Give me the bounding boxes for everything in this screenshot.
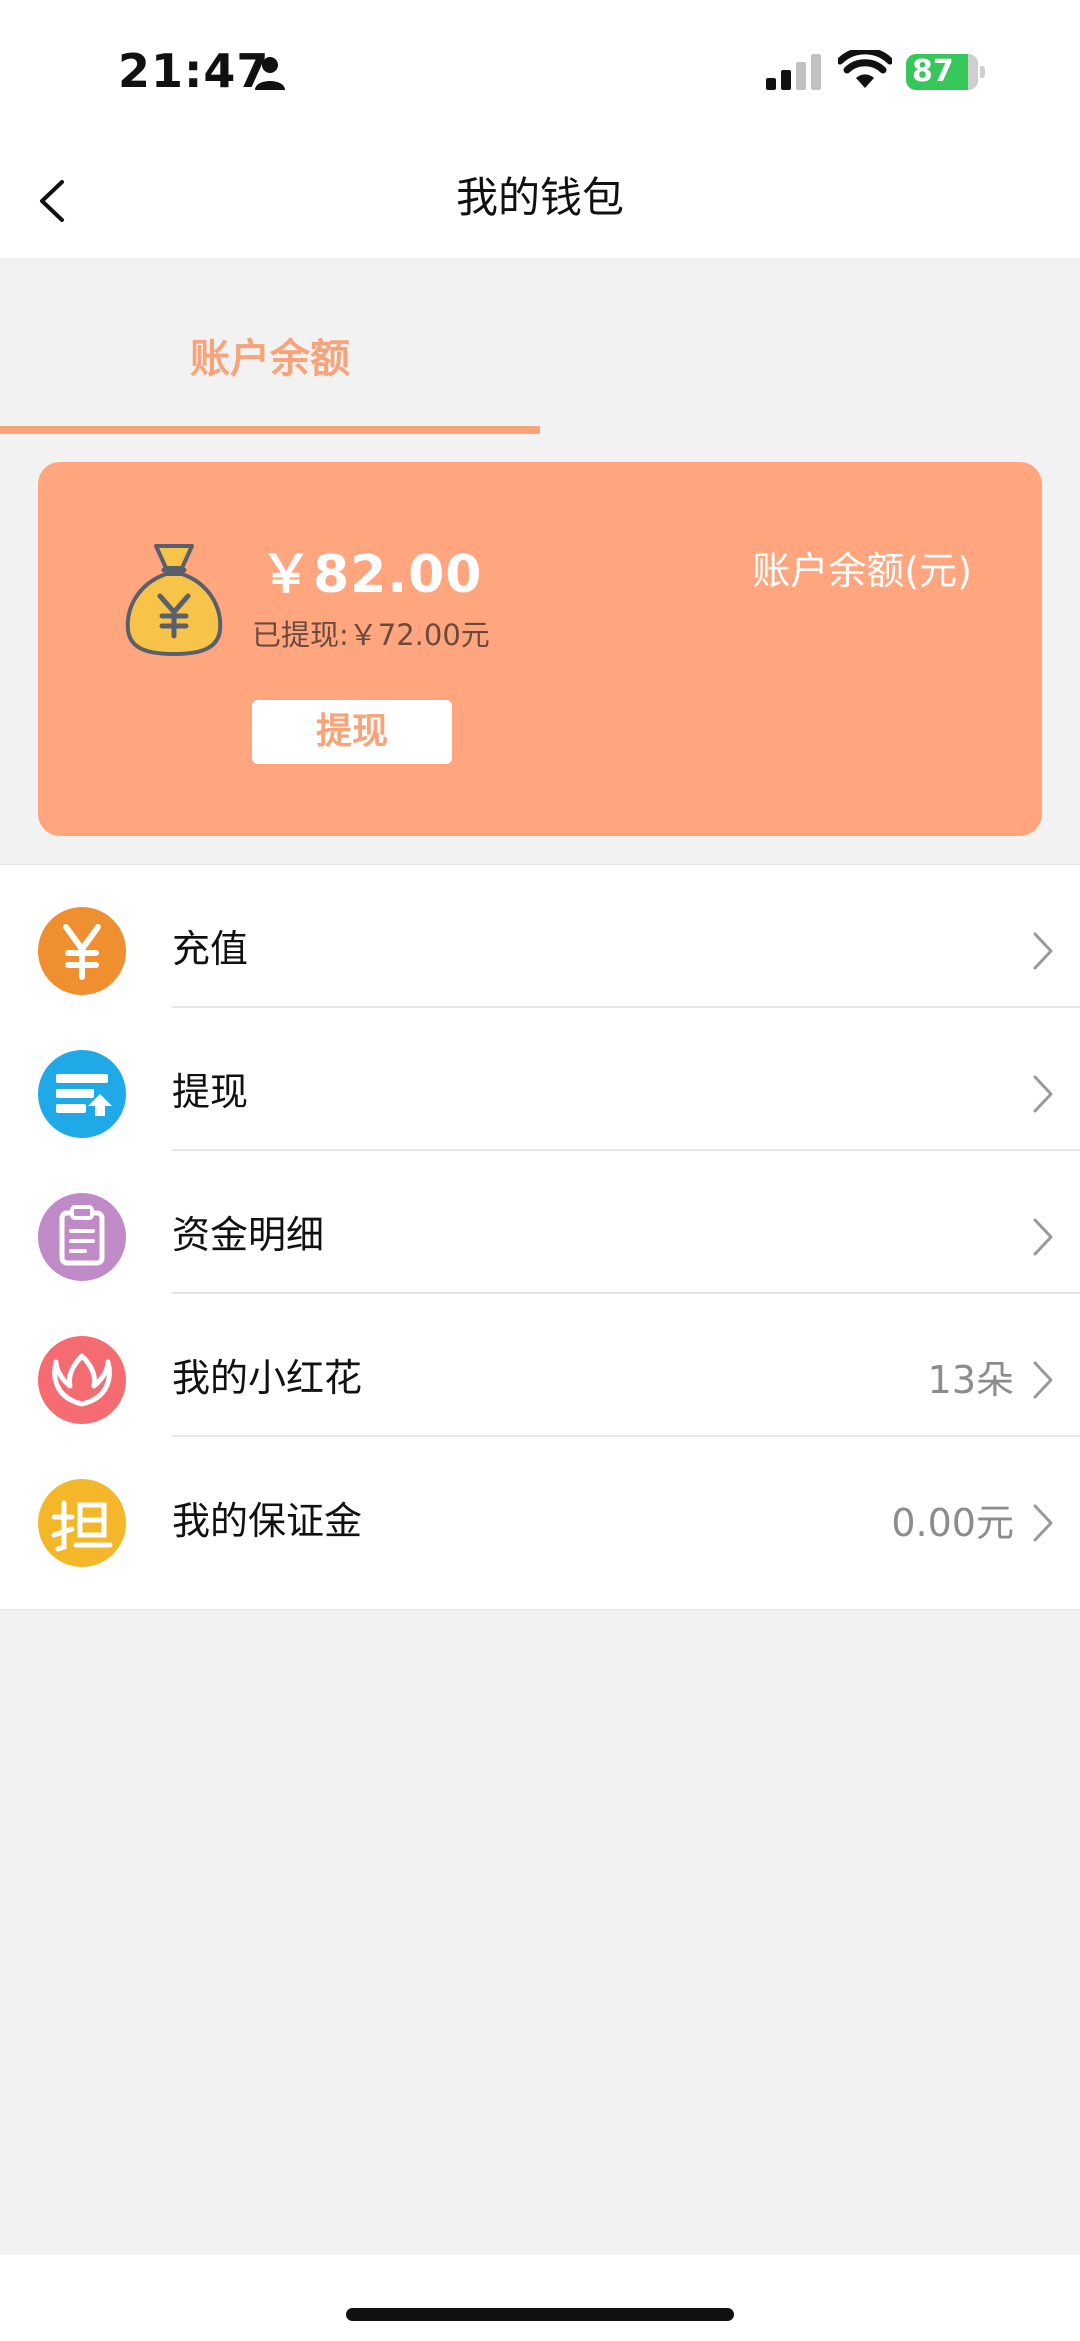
menu-label: 我的保证金	[172, 1499, 363, 1543]
balance-card: ￥82.00 已提现:￥72.00元 账户余额(元) 提现	[38, 462, 1042, 836]
status-time: 21:47	[118, 44, 270, 98]
signal-icon	[766, 54, 821, 90]
withdraw-button[interactable]: 提现	[252, 700, 452, 764]
withdrawn-amount: 已提现:￥72.00元	[252, 618, 490, 652]
menu-label: 我的小红花	[172, 1356, 363, 1400]
chevron-right-icon	[1033, 1504, 1053, 1542]
person-icon	[255, 57, 285, 90]
menu-item-red-flowers[interactable]: 我的小红花 13朵	[0, 1294, 1080, 1437]
withdraw-icon	[38, 1050, 126, 1138]
menu-item-withdraw[interactable]: 提现	[0, 1008, 1080, 1151]
battery-icon: 87	[906, 54, 986, 90]
chevron-right-icon	[1033, 1075, 1053, 1113]
yuan-icon	[38, 907, 126, 995]
chevron-right-icon	[1033, 1218, 1053, 1256]
deposit-amount: 0.00元	[891, 1501, 1014, 1545]
chevron-right-icon	[1033, 1361, 1053, 1399]
tab-label: 账户余额	[190, 336, 350, 382]
balance-label: 账户余额(元)	[752, 549, 972, 593]
clipboard-icon	[38, 1193, 126, 1281]
status-bar: 21:47 87	[0, 0, 1080, 140]
wifi-icon	[838, 50, 892, 88]
tab-bar: 账户余额	[0, 258, 1080, 438]
home-indicator[interactable]	[346, 2308, 734, 2321]
money-bag-icon	[125, 544, 223, 657]
menu-label: 资金明细	[172, 1213, 325, 1257]
menu-item-recharge[interactable]: 充值	[0, 865, 1080, 1008]
guarantee-icon	[38, 1479, 126, 1567]
home-bar	[0, 2255, 1080, 2341]
battery-level: 87	[912, 54, 954, 89]
wallet-menu-list: 充值 提现 资金明细 我的小红花 13朵 我的保证金 0.00元	[0, 864, 1080, 1610]
menu-label: 提现	[172, 1070, 249, 1114]
nav-bar: 我的钱包	[0, 140, 1080, 258]
menu-item-fund-details[interactable]: 资金明细	[0, 1151, 1080, 1294]
page-title: 我的钱包	[455, 173, 624, 222]
flower-icon	[38, 1336, 126, 1424]
menu-item-guarantee-deposit[interactable]: 我的保证金 0.00元	[0, 1437, 1080, 1580]
balance-amount: ￥82.00	[260, 545, 483, 605]
flower-count: 13朵	[927, 1358, 1014, 1402]
tab-underline	[0, 426, 540, 434]
tab-account-balance[interactable]: 账户余额	[0, 258, 540, 438]
menu-label: 充值	[172, 927, 249, 971]
chevron-right-icon	[1033, 932, 1053, 970]
